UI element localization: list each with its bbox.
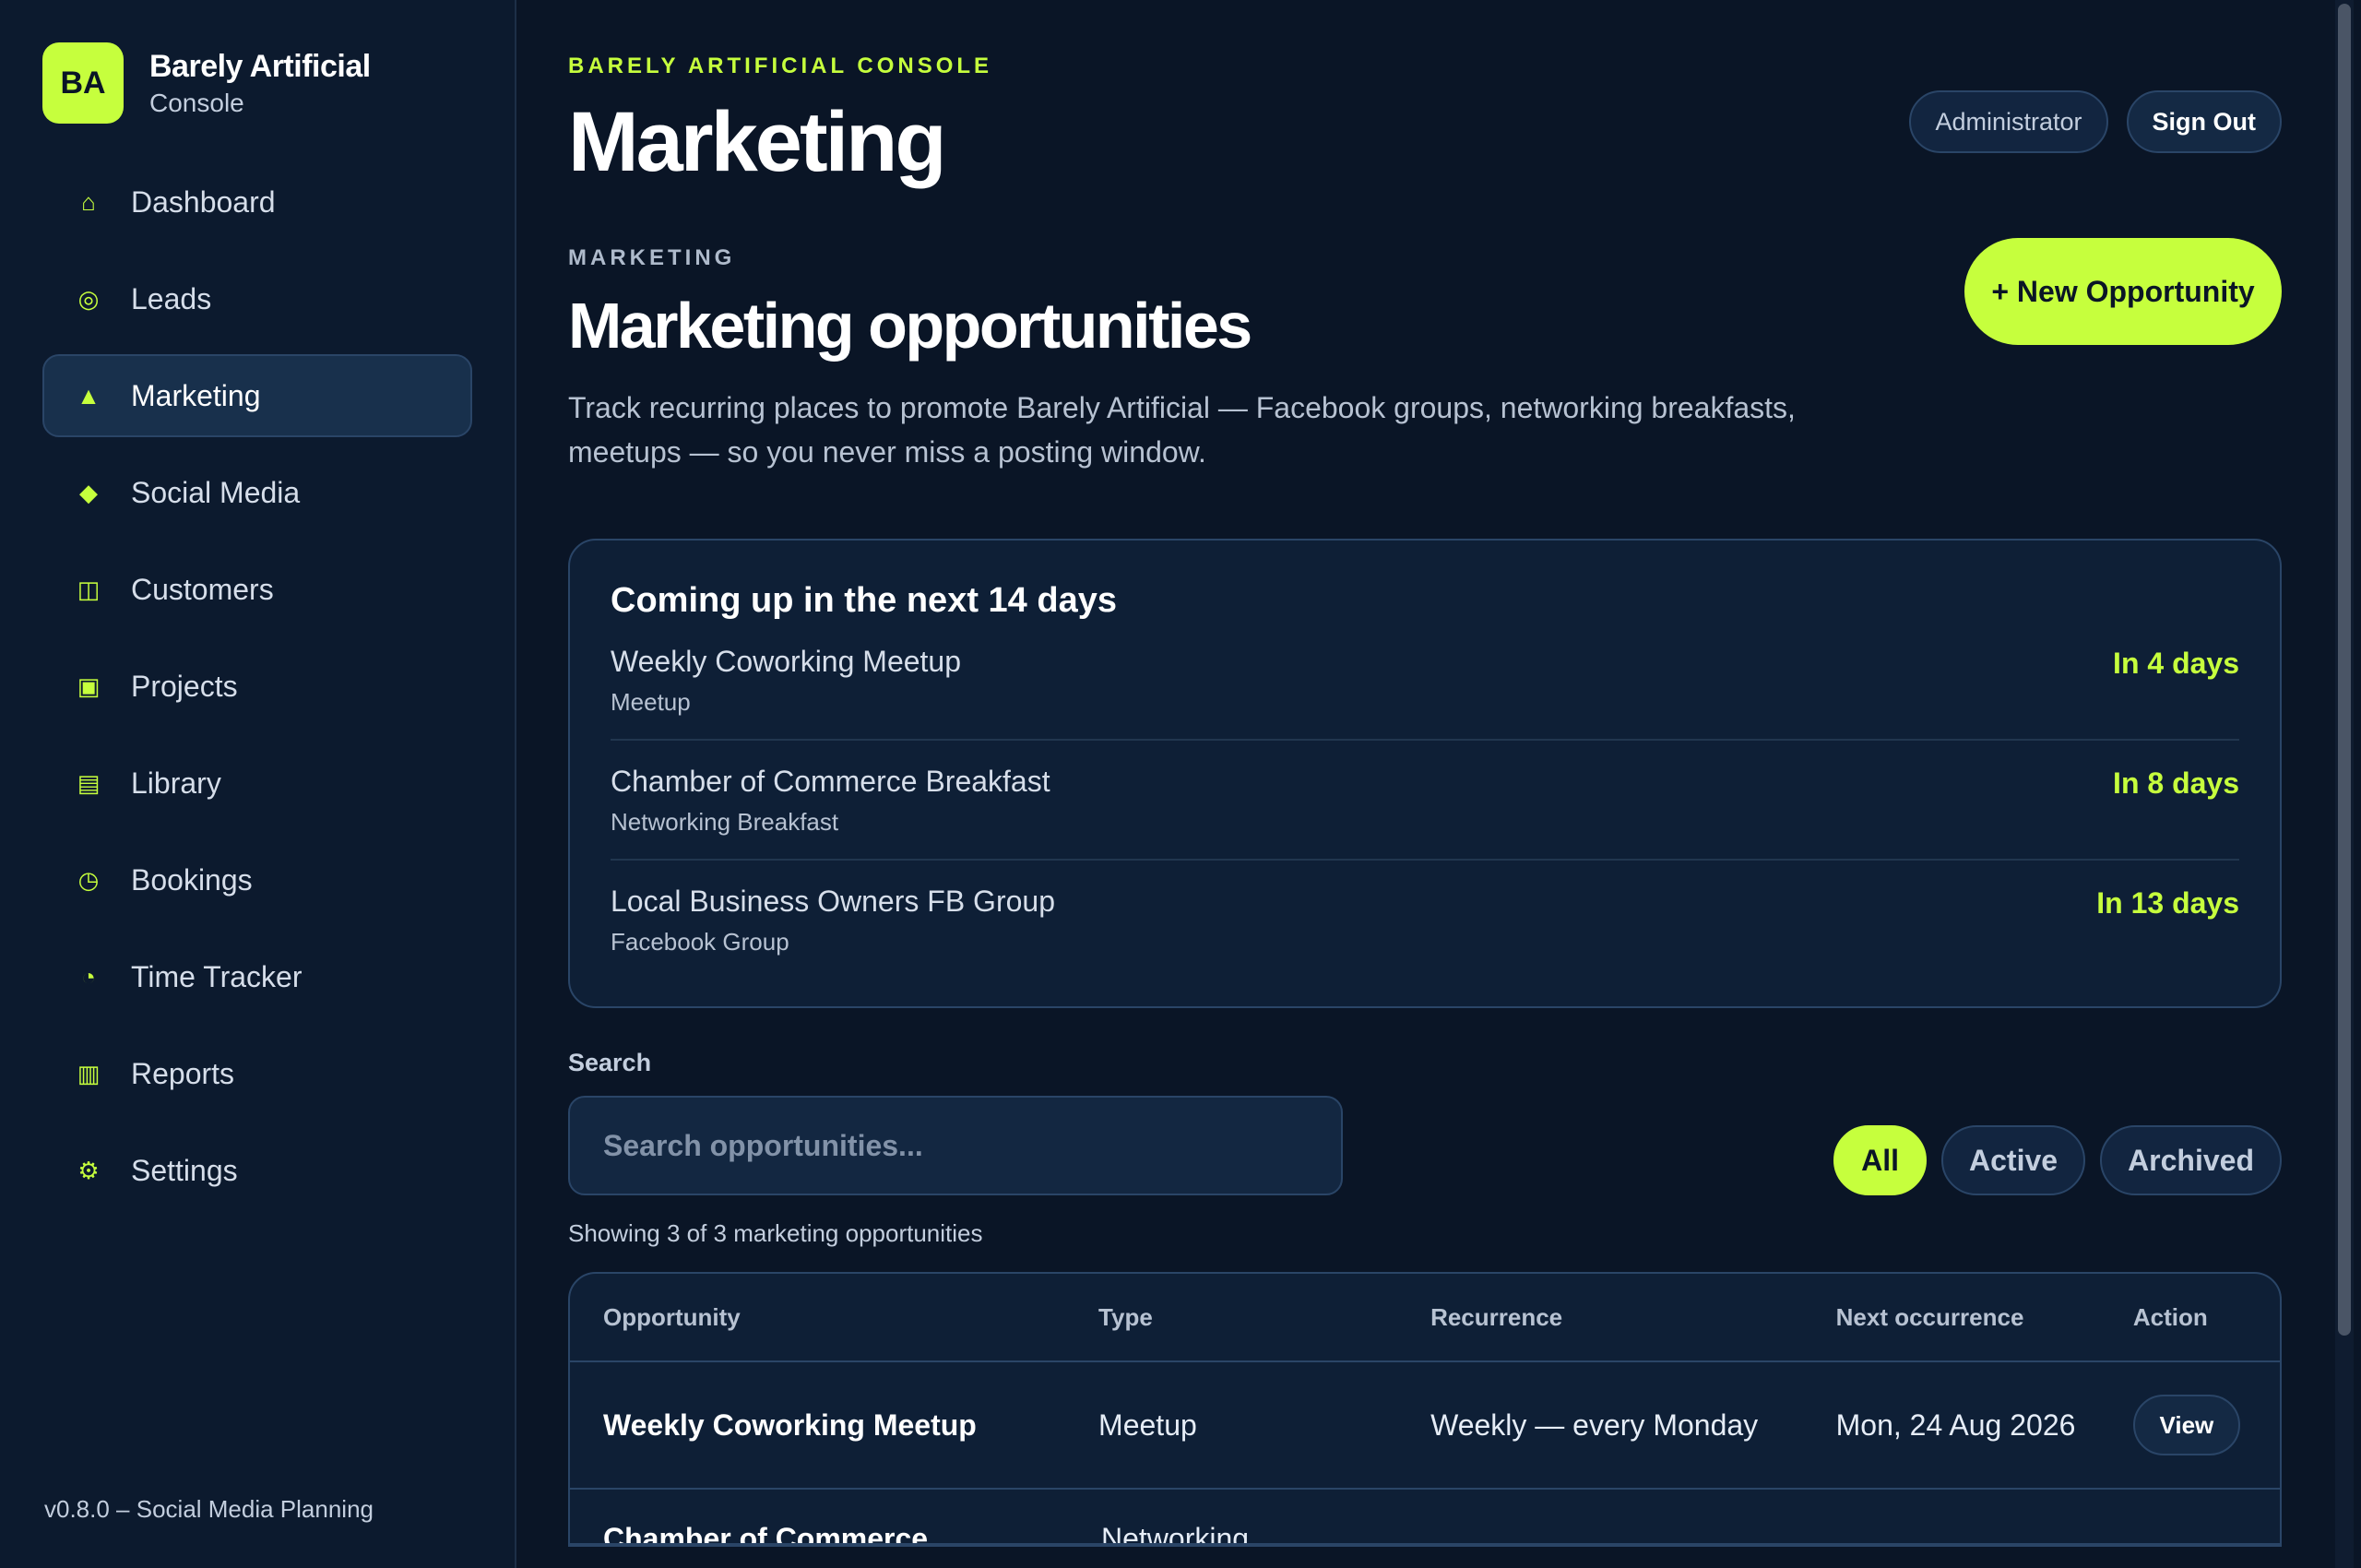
home-icon: ⌂ (81, 187, 96, 216)
column-header-next-occurrence[interactable]: Next occurrence (1836, 1303, 2133, 1332)
upcoming-item-name: Chamber of Commerce Breakfast (611, 765, 1050, 798)
column-header-type[interactable]: Type (1098, 1303, 1430, 1332)
sidebar-item-label: Bookings (131, 862, 253, 897)
view-button[interactable]: View (2132, 1395, 2240, 1455)
sidebar-item-label: Dashboard (131, 184, 276, 219)
cell-recurrence: Weekly — every Monday (1430, 1408, 1759, 1442)
filter-all[interactable]: All (1833, 1125, 1928, 1195)
sidebar-item-projects[interactable]: ▣ Projects (42, 645, 472, 728)
diamond-icon: ◆ (79, 478, 98, 506)
cell-opportunity: Chamber of Commerce (603, 1522, 929, 1545)
page-eyebrow: BARELY ARTIFICIAL CONSOLE (568, 53, 993, 78)
page-scrollbar[interactable] (2335, 0, 2354, 1568)
sidebar-item-settings[interactable]: ⚙ Settings (42, 1129, 472, 1212)
filter-active[interactable]: Active (1941, 1125, 2086, 1195)
bars-icon: ▥ (77, 1059, 101, 1087)
sidebar-item-social-media[interactable]: ◆ Social Media (42, 451, 472, 534)
sidebar-item-label: Reports (131, 1056, 235, 1090)
brand-logo: BA (42, 42, 124, 124)
columns-icon: ◫ (77, 575, 101, 603)
clock-icon: ◷ (77, 865, 100, 894)
section-description: Track recurring places to promote Barely… (568, 391, 1796, 469)
upcoming-title: Coming up in the next 14 days (611, 581, 1117, 620)
sidebar-item-customers[interactable]: ◫ Customers (42, 548, 472, 631)
upcoming-item-type: Networking Breakfast (611, 808, 839, 836)
brand-subtitle: Console (149, 88, 244, 117)
upcoming-item-type: Facebook Group (611, 928, 789, 956)
column-header-action: Action (2132, 1302, 2208, 1331)
sidebar-item-reports[interactable]: ▥ Reports (42, 1032, 472, 1115)
sidebar-item-label: Projects (131, 669, 238, 703)
upcoming-panel: Coming up in the next 14 days Weekly Cow… (568, 539, 2282, 1008)
opportunities-table: Opportunity Type Recurrence Next occurre… (568, 1272, 2282, 1547)
table-header: Opportunity Type Recurrence Next occurre… (570, 1274, 2280, 1362)
version-label: v0.8.0 – Social Media Planning (44, 1495, 374, 1523)
sign-out-button[interactable]: Sign Out (2126, 90, 2282, 153)
upcoming-item-name: Local Business Owners FB Group (611, 885, 1055, 918)
column-header-opportunity[interactable]: Opportunity (603, 1303, 1098, 1332)
upcoming-item-name: Weekly Coworking Meetup (611, 645, 962, 678)
triangle-icon: ▲ (77, 381, 101, 410)
sidebar: BA Barely Artificial Console ⌂ Dashboard… (0, 0, 516, 1568)
sidebar-nav: ⌂ Dashboard ◎ Leads ▲ Marketing ◆ Social… (42, 160, 472, 1212)
upcoming-item[interactable]: Chamber of Commerce Breakfast Networking… (611, 741, 2239, 861)
sidebar-item-dashboard[interactable]: ⌂ Dashboard (42, 160, 472, 244)
main-content: BARELY ARTIFICIAL CONSOLE Marketing Admi… (516, 0, 2361, 1568)
cell-action: View (2132, 1395, 2280, 1455)
upcoming-item-when: In 13 days (2096, 886, 2239, 920)
square-icon: ▣ (77, 671, 101, 700)
timer-icon: ◔ (81, 962, 96, 991)
brand[interactable]: BA Barely Artificial Console (42, 42, 472, 124)
sidebar-item-leads[interactable]: ◎ Leads (42, 257, 472, 340)
column-header-recurrence[interactable]: Recurrence (1430, 1303, 1836, 1332)
scrollbar-thumb[interactable] (2338, 4, 2351, 1336)
cell-opportunity: Weekly Coworking Meetup (603, 1408, 977, 1442)
table-row[interactable]: Chamber of Commerce Networking (570, 1490, 2280, 1545)
sidebar-item-time-tracker[interactable]: ◔ Time Tracker (42, 935, 472, 1018)
cell-type: Networking (1101, 1522, 1250, 1545)
sidebar-item-label: Library (131, 766, 221, 800)
stack-icon: ▤ (77, 768, 101, 797)
results-count: Showing 3 of 3 marketing opportunities (568, 1219, 983, 1247)
header-actions: Administrator Sign Out (1909, 90, 2282, 153)
upcoming-item-when: In 4 days (2113, 647, 2239, 680)
sidebar-item-label: Social Media (131, 475, 301, 509)
sidebar-item-bookings[interactable]: ◷ Bookings (42, 838, 472, 921)
sidebar-item-label: Settings (131, 1153, 238, 1187)
brand-name: Barely Artificial (149, 48, 371, 84)
upcoming-item-when: In 8 days (2113, 766, 2239, 800)
search-input[interactable] (568, 1096, 1343, 1195)
sidebar-item-label: Marketing (131, 378, 261, 412)
role-button[interactable]: Administrator (1909, 90, 2108, 153)
cell-type: Meetup (1098, 1408, 1197, 1442)
search-label: Search (568, 1049, 652, 1076)
search-row: All Active Archived (568, 1096, 2282, 1195)
sidebar-item-label: Customers (131, 572, 274, 606)
cell-next-occurrence: Mon, 24 Aug 2026 (1835, 1408, 2076, 1442)
sidebar-item-library[interactable]: ▤ Library (42, 742, 472, 825)
upcoming-item-type: Meetup (611, 688, 691, 716)
status-filters: All Active Archived (1833, 1125, 2282, 1195)
gear-icon: ⚙ (77, 1156, 100, 1184)
new-opportunity-button[interactable]: + New Opportunity (1964, 238, 2282, 345)
sidebar-item-marketing[interactable]: ▲ Marketing (42, 354, 472, 437)
upcoming-item[interactable]: Weekly Coworking Meetup Meetup In 4 days (611, 621, 2239, 741)
sidebar-item-label: Leads (131, 281, 212, 315)
target-icon: ◎ (77, 284, 100, 313)
sidebar-item-label: Time Tracker (131, 959, 303, 993)
table-row[interactable]: Weekly Coworking Meetup Meetup Weekly — … (570, 1362, 2280, 1490)
upcoming-item[interactable]: Local Business Owners FB Group Facebook … (611, 861, 2239, 979)
filter-archived[interactable]: Archived (2100, 1125, 2282, 1195)
